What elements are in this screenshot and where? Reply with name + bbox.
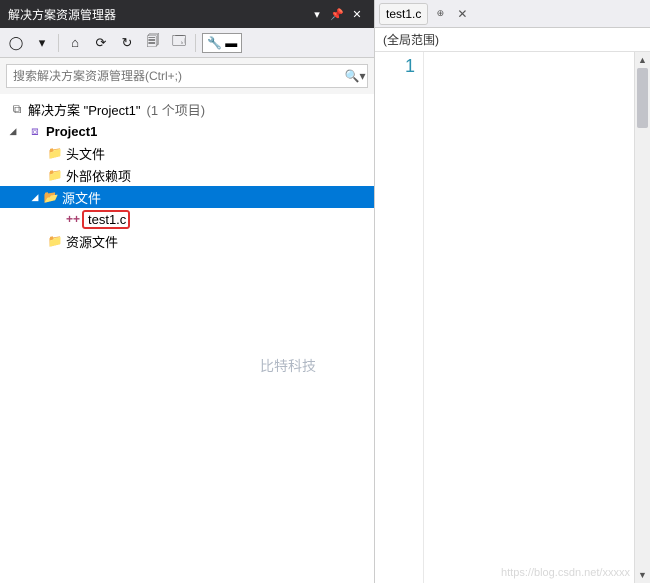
vertical-scrollbar[interactable]: ▲ ▼ (634, 52, 650, 583)
file-tab[interactable]: test1.c (379, 3, 428, 25)
home-icon[interactable]: ⌂ (65, 33, 85, 53)
folder-label: 资源文件 (64, 232, 118, 251)
explorer-toolbar: ◯ ▾ ⌂ ⟳ ↻ 🗐 🗔 🔧 ▬ (0, 28, 374, 58)
folder-label: 外部依赖项 (64, 166, 131, 185)
project-node[interactable]: ◢ ⧈ Project1 (0, 120, 374, 142)
project-label: Project1 (44, 124, 97, 139)
folder-icon: 📂 (42, 190, 60, 204)
close-tab-icon[interactable]: ✕ (452, 7, 472, 21)
folder-sources[interactable]: ◢ 📂 源文件 (0, 186, 374, 208)
separator (58, 34, 59, 52)
back-icon[interactable]: ◯ (6, 33, 26, 53)
panel-title-bar: 解决方案资源管理器 ▾ 📌 ✕ (0, 0, 374, 28)
folder-icon: 📁 (46, 168, 64, 182)
wrench-tool[interactable]: 🔧 ▬ (202, 33, 242, 53)
folder-headers[interactable]: 📁 头文件 (0, 142, 374, 164)
sync-icon[interactable]: ⟳ (91, 33, 111, 53)
highlight-box: test1.c (82, 210, 130, 229)
scope-bar[interactable]: (全局范围) (375, 28, 650, 52)
folder-label: 源文件 (60, 188, 101, 207)
line-number: 1 (375, 56, 415, 77)
separator (195, 34, 196, 52)
expand-icon[interactable]: ◢ (6, 126, 20, 137)
solution-label: 解决方案 "Project1" (26, 100, 141, 119)
folder-external[interactable]: 📁 外部依赖项 (0, 164, 374, 186)
file-item[interactable]: ++ test1.c (0, 208, 374, 230)
solution-explorer-panel: 解决方案资源管理器 ▾ 📌 ✕ ◯ ▾ ⌂ ⟳ ↻ 🗐 🗔 🔧 ▬ 🔍▾ ⧉ 解… (0, 0, 375, 583)
copy-icon[interactable]: 🗐 (143, 33, 163, 53)
search-box: 🔍▾ (6, 64, 368, 88)
refresh-icon[interactable]: ↻ (117, 33, 137, 53)
folder-resources[interactable]: 📁 资源文件 (0, 230, 374, 252)
folder-label: 头文件 (64, 144, 105, 163)
close-icon[interactable]: ✕ (348, 5, 366, 23)
search-input[interactable] (7, 69, 343, 83)
project-count: (1 个项目) (147, 100, 206, 119)
scroll-track[interactable] (635, 68, 650, 567)
editor-tabs: test1.c ⊕ ✕ (375, 0, 650, 28)
pin-icon[interactable]: 📌 (328, 5, 346, 23)
dropdown-icon[interactable]: ▾ (308, 5, 326, 23)
line-gutter: 1 (375, 52, 423, 583)
editor-panel: test1.c ⊕ ✕ (全局范围) 1 ▲ ▼ https://blog.cs… (375, 0, 650, 583)
watermark: 比特科技 (260, 356, 316, 376)
scope-label: (全局范围) (383, 31, 439, 48)
scroll-up-icon[interactable]: ▲ (635, 52, 650, 68)
solution-tree: ⧉ 解决方案 "Project1" (1 个项目) ◢ ⧈ Project1 📁… (0, 94, 374, 583)
tab-label: test1.c (386, 7, 421, 21)
project-icon: ⧈ (26, 124, 44, 139)
expand-icon[interactable]: ◢ (28, 192, 42, 203)
panel-title: 解决方案资源管理器 (8, 6, 306, 23)
code-body[interactable] (423, 52, 650, 583)
solution-node[interactable]: ⧉ 解决方案 "Project1" (1 个项目) (0, 98, 374, 120)
search-dropdown-icon[interactable]: 🔍▾ (343, 69, 367, 83)
solution-icon: ⧉ (8, 102, 26, 117)
properties-icon[interactable]: 🗔 (169, 33, 189, 53)
folder-icon: 📁 (46, 146, 64, 160)
scroll-thumb[interactable] (637, 68, 648, 128)
file-label: test1.c (86, 212, 126, 227)
cpp-file-icon: ++ (64, 212, 82, 226)
scroll-down-icon[interactable]: ▼ (635, 567, 650, 583)
forward-icon[interactable]: ▾ (32, 33, 52, 53)
folder-icon: 📁 (46, 234, 64, 248)
code-area: 1 (375, 52, 650, 583)
pin-tab-icon[interactable]: ⊕ (430, 8, 450, 19)
